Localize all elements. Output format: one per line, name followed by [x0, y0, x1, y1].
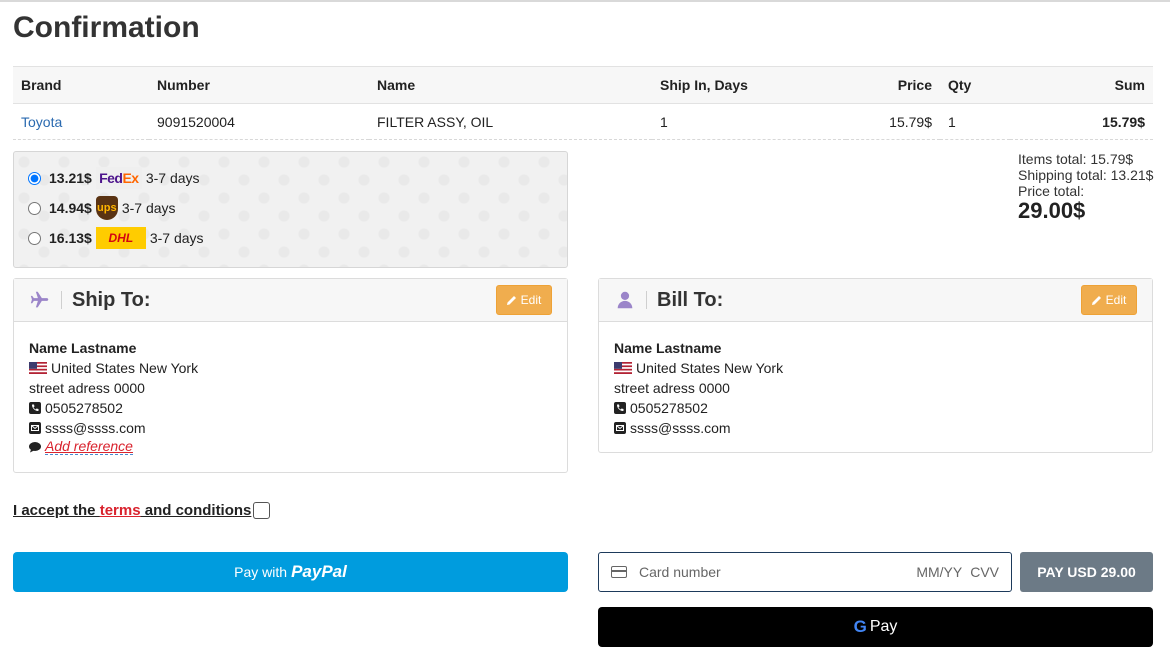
paypal-prefix: Pay with — [234, 564, 288, 580]
header-separator — [646, 291, 647, 309]
dhl-logo: DHL — [95, 227, 146, 249]
bill-to-card: Bill To: Edit Name Lastname United State… — [598, 278, 1153, 453]
phone-icon — [29, 402, 41, 414]
ship-to-body: Name Lastname United States New York str… — [14, 322, 567, 455]
col-brand: Brand — [13, 66, 149, 104]
col-ship-days: Ship In, Days — [652, 66, 846, 104]
ups-logo: ups — [95, 196, 118, 220]
terms-agreement: I accept the terms and conditions — [13, 502, 271, 519]
shipping-days: 3-7 days — [121, 200, 176, 216]
ship-to-phone-row: 0505278502 — [29, 398, 552, 418]
ship-to-email-row: ssss@ssss.com — [29, 418, 552, 438]
ship-to-email: ssss@ssss.com — [45, 420, 146, 436]
shipping-price: 13.21$ — [49, 170, 92, 186]
ship-to-location: United States New York — [51, 360, 199, 376]
card-number-input[interactable]: Card number — [639, 564, 916, 580]
edit-label: Edit — [1105, 293, 1127, 307]
add-reference-link[interactable]: Add reference — [45, 438, 133, 455]
shipping-days: 3-7 days — [149, 230, 204, 246]
col-qty: Qty — [940, 66, 1010, 104]
shipping-option-fedex[interactable]: 13.21$ FedEx 3-7 days — [28, 166, 200, 190]
col-sum: Sum — [1010, 66, 1153, 104]
comment-icon — [29, 441, 41, 452]
bill-to-location-row: United States New York — [614, 358, 1137, 378]
terms-text: I accept the terms and conditions — [13, 502, 252, 519]
google-pay-label: Pay — [869, 618, 898, 635]
fedex-logo: FedEx — [95, 167, 142, 189]
table-header-row: Brand Number Name Ship In, Days Price Qt… — [13, 66, 1153, 104]
col-number: Number — [149, 66, 369, 104]
google-pay-button[interactable]: G Pay — [598, 607, 1153, 647]
ship-to-header: Ship To: Edit — [14, 279, 567, 322]
table-row: Toyota 9091520004 FILTER ASSY, OIL 1 15.… — [13, 103, 1153, 140]
ship-to-name: Name Lastname — [29, 340, 137, 356]
shipping-total: Shipping total: 13.21$ — [1018, 167, 1154, 183]
header-separator — [61, 291, 62, 309]
cell-qty: 1 — [940, 103, 1010, 140]
cell-brand: Toyota — [13, 103, 149, 140]
card-expiry-input[interactable]: MM/YY — [916, 564, 962, 580]
items-total: Items total: 15.79$ — [1018, 151, 1134, 167]
ship-to-title: Ship To: — [72, 288, 151, 311]
shipping-radio-fedex[interactable] — [28, 171, 41, 185]
ship-to-card: Ship To: Edit Name Lastname United State… — [13, 278, 568, 473]
shipping-option-dhl[interactable]: 16.13$ DHL 3-7 days — [28, 226, 204, 250]
page-title: Confirmation — [13, 11, 200, 44]
bill-to-location: United States New York — [636, 360, 784, 376]
airplane-icon — [30, 291, 49, 308]
ship-to-reference-row: Add reference — [29, 438, 552, 455]
google-g-icon: G — [853, 617, 867, 636]
price-total: 29.00$ — [1018, 198, 1086, 223]
shipping-price: 16.13$ — [49, 230, 92, 246]
phone-icon — [614, 402, 626, 414]
bill-to-phone: 0505278502 — [630, 400, 708, 416]
ship-to-street: street adress 0000 — [29, 380, 145, 396]
bill-to-edit-button[interactable]: Edit — [1081, 285, 1137, 315]
col-price: Price — [846, 66, 940, 104]
cell-ship-days: 1 — [652, 103, 846, 140]
cell-name: FILTER ASSY, OIL — [369, 103, 652, 140]
shipping-radio-ups[interactable] — [28, 201, 41, 215]
ship-to-edit-button[interactable]: Edit — [496, 285, 552, 315]
us-flag-icon — [614, 362, 632, 374]
card-input-field[interactable]: Card number MM/YY CVV — [598, 552, 1012, 592]
card-cvv-input[interactable]: CVV — [970, 564, 999, 580]
bill-to-email: ssss@ssss.com — [630, 420, 731, 436]
bill-to-phone-row: 0505278502 — [614, 398, 1137, 418]
col-name: Name — [369, 66, 652, 104]
price-total-label: Price total: — [1018, 183, 1085, 199]
shipping-option-ups[interactable]: 14.94$ ups 3-7 days — [28, 196, 176, 220]
brand-link[interactable]: Toyota — [21, 114, 62, 130]
shipping-days: 3-7 days — [145, 170, 200, 186]
pencil-icon — [1091, 296, 1101, 305]
bill-to-title: Bill To: — [657, 288, 724, 311]
bill-to-name: Name Lastname — [614, 340, 722, 356]
bill-to-street: street adress 0000 — [614, 380, 730, 396]
cell-sum: 15.79$ — [1010, 103, 1153, 140]
shipping-radio-dhl[interactable] — [28, 231, 41, 245]
pencil-icon — [506, 296, 516, 305]
paypal-button[interactable]: Pay with PayPal — [13, 552, 568, 592]
bill-to-header: Bill To: Edit — [599, 279, 1152, 322]
credit-card-icon — [611, 566, 627, 578]
pay-button[interactable]: PAY USD 29.00 — [1020, 552, 1153, 592]
envelope-icon — [29, 422, 41, 434]
order-table: Brand Number Name Ship In, Days Price Qt… — [13, 66, 1153, 140]
bill-to-body: Name Lastname United States New York str… — [599, 322, 1152, 438]
cell-number: 9091520004 — [149, 103, 369, 140]
shipping-price: 14.94$ — [49, 200, 92, 216]
edit-label: Edit — [520, 293, 542, 307]
paypal-logo: PayPal — [291, 562, 347, 581]
cell-price: 15.79$ — [846, 103, 940, 140]
terms-checkbox[interactable] — [253, 502, 271, 519]
envelope-icon — [614, 422, 626, 434]
ship-to-location-row: United States New York — [29, 358, 552, 378]
terms-link[interactable]: terms — [100, 502, 141, 519]
bill-to-email-row: ssss@ssss.com — [614, 418, 1137, 438]
us-flag-icon — [29, 362, 47, 374]
order-totals: Items total: 15.79$ Shipping total: 13.2… — [1018, 151, 1154, 223]
user-icon — [617, 291, 633, 309]
ship-to-phone: 0505278502 — [45, 400, 123, 416]
shipping-options: 13.21$ FedEx 3-7 days 14.94$ ups 3-7 day… — [13, 151, 568, 268]
